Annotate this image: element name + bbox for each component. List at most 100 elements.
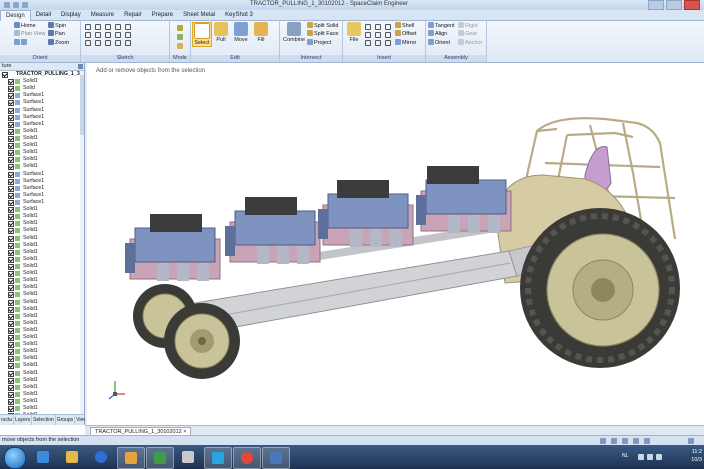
move-button[interactable]: Move bbox=[232, 22, 250, 43]
cylinder-icon[interactable] bbox=[375, 24, 381, 30]
tree-item[interactable]: Solid1 bbox=[0, 348, 84, 356]
visibility-checkbox[interactable] bbox=[8, 107, 14, 114]
visibility-checkbox[interactable] bbox=[8, 335, 14, 342]
offset-button[interactable]: Offset bbox=[395, 30, 417, 38]
tangent-line-icon[interactable] bbox=[95, 24, 101, 30]
sphere-icon[interactable] bbox=[385, 24, 391, 30]
tree-item[interactable]: Surface1 bbox=[0, 178, 84, 185]
tab-keyshot[interactable]: KeyShot 3 bbox=[220, 10, 258, 20]
tree-item[interactable]: Solid1 bbox=[0, 377, 84, 384]
tab-design[interactable]: Design bbox=[0, 10, 31, 21]
construction-line-icon[interactable] bbox=[105, 24, 111, 30]
visibility-checkbox[interactable] bbox=[8, 292, 14, 299]
tree-item[interactable]: Solid1 bbox=[0, 327, 84, 334]
visibility-checkbox[interactable] bbox=[8, 299, 14, 306]
tree-item[interactable]: Surface1 bbox=[0, 92, 84, 100]
tab-structure[interactable]: ructu bbox=[0, 415, 15, 425]
shell-button[interactable]: Shell bbox=[395, 22, 414, 30]
visibility-checkbox[interactable] bbox=[8, 86, 14, 93]
tree-item[interactable]: Surface1 bbox=[0, 171, 84, 178]
tree-item[interactable]: Solid1 bbox=[0, 206, 84, 214]
tree-item[interactable]: Solid1 bbox=[0, 306, 84, 313]
tab-selection[interactable]: Selection bbox=[32, 415, 56, 425]
tab-display[interactable]: Display bbox=[56, 10, 86, 20]
tree-item[interactable]: Solid1 bbox=[0, 320, 84, 327]
tree-item[interactable]: Surface1 bbox=[0, 185, 84, 192]
visibility-checkbox[interactable] bbox=[8, 121, 14, 128]
visibility-checkbox[interactable] bbox=[8, 285, 14, 292]
visibility-checkbox[interactable] bbox=[8, 377, 14, 384]
visibility-checkbox[interactable] bbox=[8, 228, 14, 235]
tree-item[interactable]: Solid1 bbox=[0, 78, 84, 86]
visibility-checkbox[interactable] bbox=[8, 93, 14, 100]
tab-measure[interactable]: Measure bbox=[86, 10, 119, 20]
taskbar-media[interactable] bbox=[88, 447, 114, 467]
tree-item[interactable]: Solid1 bbox=[0, 291, 84, 299]
mirror-button[interactable]: Mirror bbox=[395, 39, 416, 47]
visibility-checkbox[interactable] bbox=[8, 391, 14, 398]
tree-item[interactable]: Surface1 bbox=[0, 107, 84, 114]
tree-item[interactable]: Solid1 bbox=[0, 213, 84, 221]
visibility-checkbox[interactable] bbox=[8, 249, 14, 256]
tree-item[interactable]: Solid1 bbox=[0, 334, 84, 342]
close-button[interactable] bbox=[684, 0, 700, 10]
visibility-checkbox[interactable] bbox=[8, 164, 14, 171]
status-icon-3[interactable] bbox=[622, 438, 628, 444]
tree-item[interactable]: Solid bbox=[0, 85, 84, 93]
structure-tree[interactable]: TRACTOR_PULLING_1_3 Solid1 Solid Surface1 Su… bbox=[0, 71, 84, 415]
arrow-up-icon[interactable] bbox=[638, 454, 644, 460]
gear-button[interactable]: Gear bbox=[458, 30, 477, 38]
section-mode-icon[interactable] bbox=[177, 34, 183, 40]
anchor-button[interactable]: Anchor bbox=[458, 39, 482, 47]
visibility-checkbox[interactable] bbox=[8, 221, 14, 228]
view-tools[interactable] bbox=[14, 39, 28, 47]
tree-item[interactable]: Surface1 bbox=[0, 114, 84, 121]
trim-icon[interactable] bbox=[105, 40, 111, 46]
align-button[interactable]: Align bbox=[428, 30, 447, 38]
visibility-checkbox[interactable] bbox=[8, 192, 14, 199]
language-indicator[interactable]: NL bbox=[622, 453, 628, 459]
tree-item[interactable]: Solid1 bbox=[0, 220, 84, 228]
pull-button[interactable]: Pull bbox=[212, 22, 230, 43]
visibility-checkbox[interactable] bbox=[8, 370, 14, 377]
origin-icon[interactable] bbox=[375, 32, 381, 38]
tab-detail[interactable]: Detail bbox=[31, 10, 56, 20]
tree-item[interactable]: Solid1 bbox=[0, 156, 84, 164]
visibility-checkbox[interactable] bbox=[8, 306, 14, 313]
rectangle-icon[interactable] bbox=[115, 24, 121, 30]
network-icon[interactable] bbox=[647, 454, 653, 460]
tree-item[interactable]: Solid1 bbox=[0, 163, 84, 171]
status-icon-5[interactable] bbox=[644, 438, 650, 444]
tree-item[interactable]: Solid1 bbox=[0, 242, 84, 249]
visibility-checkbox[interactable] bbox=[2, 72, 8, 78]
tree-item[interactable]: Surface1 bbox=[0, 199, 84, 206]
taskbar-pdf[interactable] bbox=[175, 447, 201, 467]
visibility-checkbox[interactable] bbox=[8, 178, 14, 185]
tab-groups[interactable]: Groups bbox=[56, 415, 76, 425]
tree-item[interactable]: Solid1 bbox=[0, 391, 84, 398]
visibility-checkbox[interactable] bbox=[8, 278, 14, 285]
taskbar-chrome[interactable] bbox=[233, 447, 261, 469]
tree-item[interactable]: Solid1 bbox=[0, 149, 84, 157]
spin-button[interactable]: Spin bbox=[48, 22, 66, 30]
visibility-checkbox[interactable] bbox=[8, 406, 14, 413]
visibility-checkbox[interactable] bbox=[8, 143, 14, 150]
visibility-checkbox[interactable] bbox=[8, 384, 14, 391]
ellipse-icon[interactable] bbox=[115, 32, 121, 38]
tree-item[interactable]: Solid1 bbox=[0, 362, 84, 370]
taskbar-skype[interactable] bbox=[204, 447, 232, 469]
orient-button[interactable]: Orient bbox=[428, 39, 450, 47]
home-button[interactable]: Home bbox=[14, 22, 36, 30]
tab-sheet-metal[interactable]: Sheet Metal bbox=[178, 10, 220, 20]
clock[interactable]: 11:2 10/3 bbox=[691, 448, 702, 464]
visibility-checkbox[interactable] bbox=[8, 114, 14, 121]
visibility-checkbox[interactable] bbox=[8, 100, 14, 107]
minimize-button[interactable] bbox=[648, 0, 664, 10]
split-solid-button[interactable]: Split Solid bbox=[307, 22, 338, 30]
tree-item[interactable]: Solid1 bbox=[0, 341, 84, 349]
visibility-checkbox[interactable] bbox=[8, 342, 14, 349]
quick-access-toolbar[interactable] bbox=[4, 2, 28, 8]
visibility-checkbox[interactable] bbox=[8, 313, 14, 320]
visibility-checkbox[interactable] bbox=[8, 128, 14, 135]
save-icon[interactable] bbox=[4, 2, 10, 8]
